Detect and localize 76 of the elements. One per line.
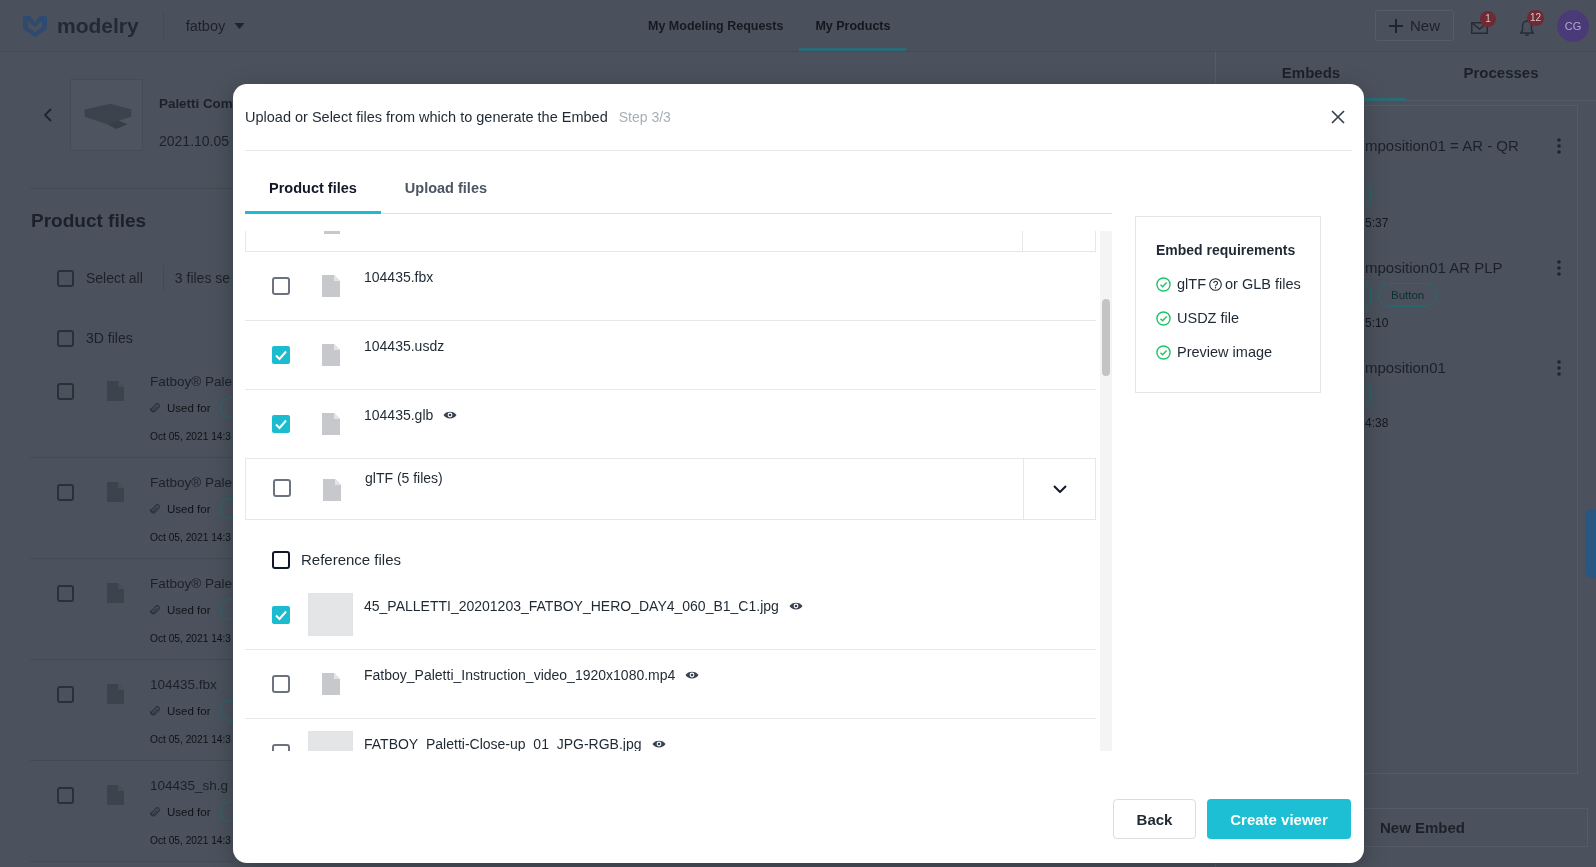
- paperclip-icon: [150, 805, 160, 818]
- requirement-label: glTF: [1177, 276, 1206, 292]
- embed-time: 4:38: [1365, 415, 1389, 431]
- kebab-menu-icon[interactable]: [1557, 360, 1561, 376]
- section-label: Reference files: [301, 550, 402, 570]
- file-name: 104435.usdz: [364, 337, 445, 355]
- checkbox[interactable]: [272, 346, 290, 364]
- group-name: glTF (5 files): [365, 469, 443, 487]
- nav-tab[interactable]: My Products: [799, 0, 907, 51]
- notification-count-badge: 12: [1527, 9, 1545, 26]
- checkbox[interactable]: [57, 787, 74, 804]
- close-button[interactable]: [1331, 110, 1345, 124]
- cropped-file-icon: [324, 231, 340, 234]
- eye-icon[interactable]: [651, 739, 666, 749]
- checkbox[interactable]: [272, 277, 290, 295]
- checkbox[interactable]: [272, 415, 290, 433]
- scrollbar[interactable]: [1100, 231, 1112, 751]
- avatar[interactable]: CG: [1557, 9, 1589, 42]
- eye-icon[interactable]: [685, 670, 700, 680]
- checkbox[interactable]: [272, 675, 290, 693]
- step-indicator: Step 3/3: [618, 109, 671, 125]
- file-name: 104435.fbx: [364, 268, 434, 286]
- requirement-label: Preview image: [1177, 344, 1273, 360]
- checkbox[interactable]: [57, 329, 74, 347]
- used-for-label: Used for: [167, 401, 211, 414]
- tab[interactable]: Product files: [245, 165, 381, 214]
- checkbox[interactable]: [273, 479, 291, 497]
- used-for-label: Used for: [167, 805, 211, 818]
- checkbox[interactable]: [272, 551, 290, 569]
- file-date: Oct 05, 2021 14:3: [150, 834, 231, 848]
- checkbox[interactable]: [57, 383, 74, 400]
- file-name: 104435.glb: [364, 406, 434, 424]
- bell-icon[interactable]: [1520, 19, 1534, 36]
- tab[interactable]: Upload files: [380, 165, 511, 214]
- embed-time: 5:37: [1365, 215, 1389, 231]
- caret-icon: [234, 22, 246, 29]
- dialog-title: Upload or Select files from which to generate the Embed: [245, 109, 608, 125]
- nav-tab[interactable]: My Modeling Requests: [632, 0, 800, 51]
- scrollbar-thumb[interactable]: [1102, 299, 1110, 376]
- file-date: Oct 05, 2021 14:3: [150, 632, 231, 646]
- close-icon: [1331, 110, 1345, 124]
- requirements-title: Embed requirements: [1156, 241, 1296, 260]
- eye-icon[interactable]: [443, 410, 458, 420]
- checkbox[interactable]: [57, 269, 74, 287]
- requirement-label: USDZ file: [1177, 310, 1240, 326]
- embed-time: 5:10: [1365, 315, 1389, 331]
- kebab-menu-icon[interactable]: [1557, 138, 1561, 154]
- back-chevron-icon[interactable]: [44, 108, 52, 122]
- file-name: 45_PALLETTI_20201203_FATBOY_HERO_DAY4_060_B1_C1.jpg: [364, 597, 779, 615]
- back-button[interactable]: Back: [1113, 799, 1196, 839]
- requirement-label: or GLB files: [1225, 276, 1301, 292]
- checkbox[interactable]: [57, 484, 74, 501]
- logo-icon[interactable]: [22, 13, 48, 38]
- eye-icon[interactable]: [788, 601, 803, 611]
- paperclip-icon: [150, 502, 160, 515]
- used-for-label: Used for: [167, 704, 211, 717]
- paperclip-icon: [150, 401, 160, 414]
- file-date: Oct 05, 2021 14:3: [150, 430, 231, 444]
- checkbox[interactable]: [57, 686, 74, 703]
- file-name: FATBOY_Paletti-Close-up_01_JPG-RGB.jpg: [364, 735, 642, 751]
- mail-icon[interactable]: [1471, 21, 1488, 34]
- file-date: Oct 05, 2021 14:3: [150, 733, 231, 747]
- checkbox[interactable]: [272, 606, 290, 624]
- kebab-menu-icon[interactable]: [1557, 260, 1561, 276]
- file-date: Oct 05, 2021 14:3: [150, 531, 231, 545]
- paperclip-icon: [150, 603, 160, 616]
- file-name: Fatboy_Paletti_Instruction_video_1920x1080.mp4: [364, 666, 676, 684]
- create-viewer-button[interactable]: Create viewer: [1207, 799, 1351, 839]
- checkbox[interactable]: [57, 585, 74, 602]
- message-count-badge: 1: [1480, 10, 1496, 27]
- paperclip-icon: [150, 704, 160, 717]
- plus-icon: [1389, 18, 1403, 33]
- help-icon[interactable]: [1209, 277, 1222, 291]
- used-for-label: Used for: [167, 603, 211, 616]
- file-icon: [322, 478, 341, 501]
- used-for-label: Used for: [167, 502, 211, 515]
